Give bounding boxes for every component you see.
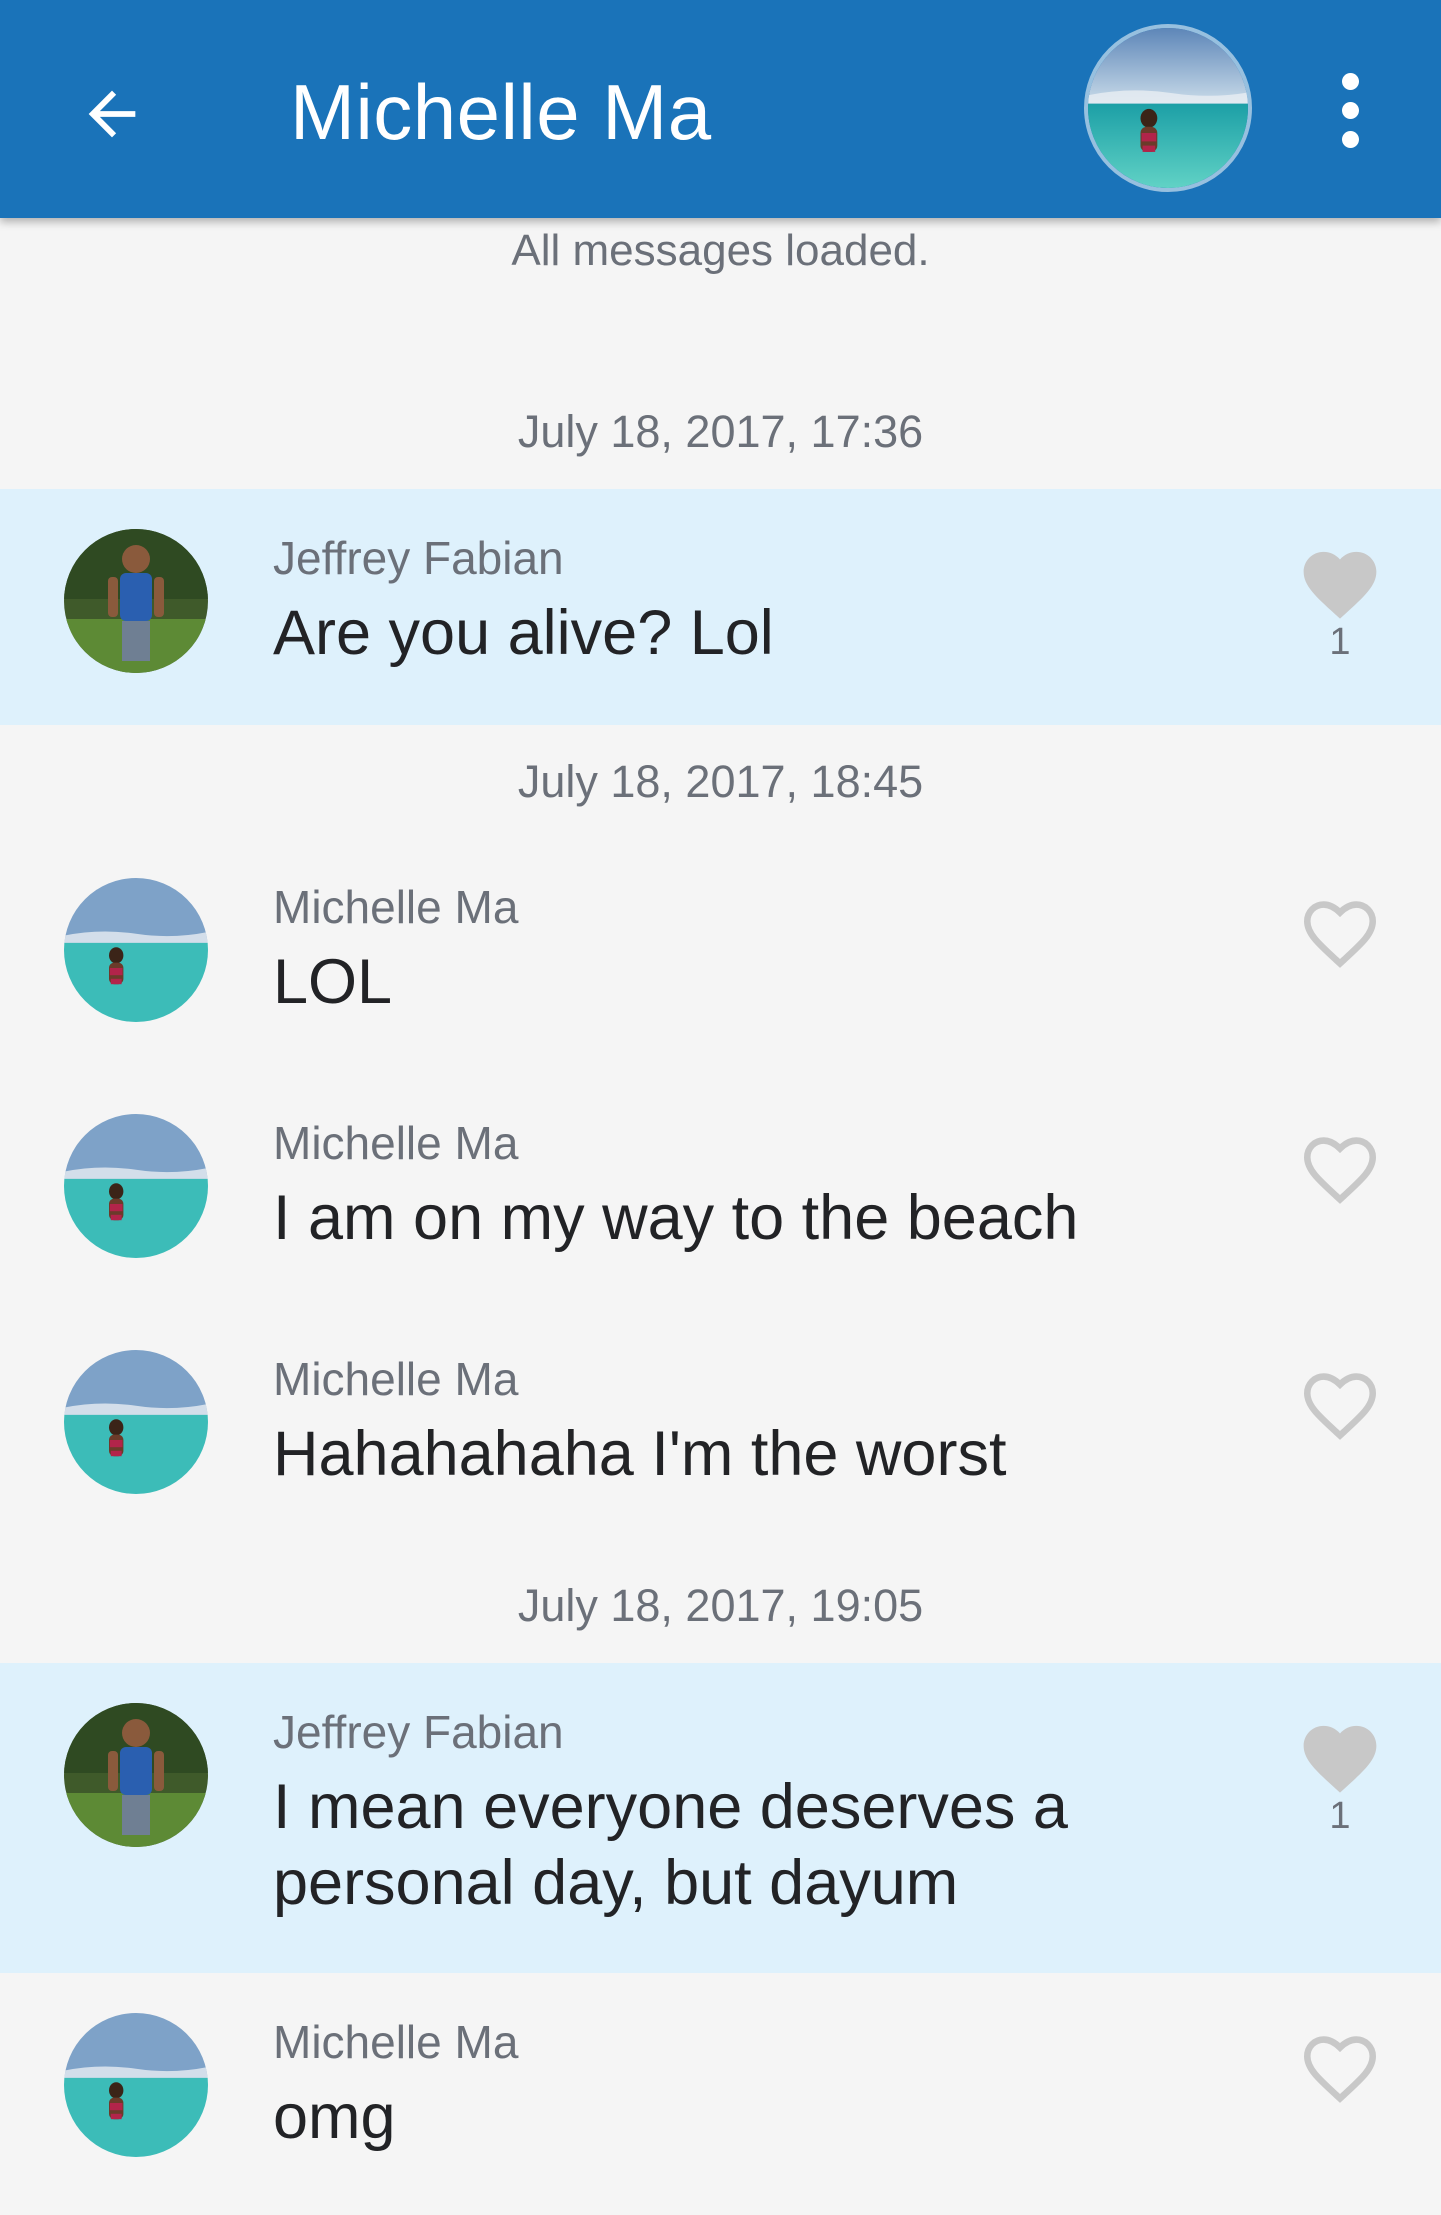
arrow-left-icon — [77, 79, 147, 149]
message-row[interactable]: Michelle Ma LOL — [0, 838, 1441, 1074]
message-text: Hahahahaha I'm the worst — [273, 1419, 1007, 1489]
sender-name: Michelle Ma — [273, 881, 519, 933]
beach-photo — [64, 878, 208, 1022]
message-row[interactable]: Michelle Ma Hahahahaha I'm the worst — [0, 1310, 1441, 1546]
like-count: 1 — [1329, 1795, 1351, 1837]
chat-screen: Michelle Ma All messages loaded. July 18… — [0, 0, 1441, 2215]
message-row[interactable]: Michelle Ma I am on my way to the beach — [0, 1074, 1441, 1310]
more-vert-icon — [1341, 72, 1359, 90]
page-title: Michelle Ma — [290, 68, 712, 156]
sender-avatar[interactable] — [64, 1703, 208, 1847]
message-text: Are you alive? Lol — [273, 598, 774, 668]
date-separator: July 18, 2017, 18:45 — [517, 756, 924, 807]
message-text: I mean everyone deserves a personal day,… — [273, 1772, 1068, 1918]
message-row[interactable]: Jeffrey Fabian Are you alive? Lol 1 — [0, 489, 1441, 725]
heart-filled-icon — [1292, 1715, 1388, 1795]
sender-avatar[interactable] — [64, 1350, 208, 1494]
message-text: omg — [273, 2082, 396, 2152]
sender-name: Jeffrey Fabian — [273, 532, 564, 584]
heart-filled-icon — [1292, 541, 1388, 621]
message-text: I am on my way to the beach — [273, 1183, 1079, 1253]
contact-avatar[interactable] — [1084, 24, 1252, 192]
app-bar: Michelle Ma — [0, 0, 1441, 218]
like-button[interactable] — [1292, 890, 1388, 970]
sender-avatar[interactable] — [64, 878, 208, 1022]
beach-photo — [64, 1114, 208, 1258]
heart-outline-icon — [1292, 1126, 1388, 1206]
load-status: All messages loaded. — [511, 226, 930, 275]
back-button[interactable] — [62, 64, 162, 164]
sender-avatar[interactable] — [64, 2013, 208, 2157]
sender-name: Jeffrey Fabian — [273, 1706, 564, 1758]
sender-avatar[interactable] — [64, 1114, 208, 1258]
beach-photo — [1088, 28, 1248, 188]
heart-outline-icon — [1292, 2025, 1388, 2105]
like-button[interactable]: 1 — [1292, 541, 1388, 664]
like-button[interactable] — [1292, 1126, 1388, 1206]
sender-name: Michelle Ma — [273, 1117, 519, 1169]
heart-outline-icon — [1292, 1362, 1388, 1442]
like-button[interactable] — [1292, 1362, 1388, 1442]
like-button[interactable]: 1 — [1292, 1715, 1388, 1838]
overflow-menu-button[interactable] — [1310, 60, 1390, 160]
heart-outline-icon — [1292, 890, 1388, 970]
person-photo — [64, 1703, 208, 1847]
message-row[interactable]: Michelle Ma omg — [0, 1973, 1441, 2215]
sender-name: Michelle Ma — [273, 1353, 519, 1405]
like-count: 1 — [1329, 621, 1351, 663]
beach-photo — [64, 2013, 208, 2157]
message-text: LOL — [273, 947, 393, 1017]
date-separator: July 18, 2017, 17:36 — [517, 406, 924, 457]
like-button[interactable] — [1292, 2025, 1388, 2105]
beach-photo — [64, 1350, 208, 1494]
sender-avatar[interactable] — [64, 529, 208, 673]
date-separator: July 18, 2017, 19:05 — [517, 1580, 924, 1631]
sender-name: Michelle Ma — [273, 2016, 519, 2068]
message-row[interactable]: Jeffrey Fabian I mean everyone deserves … — [0, 1663, 1441, 1973]
person-photo — [64, 529, 208, 673]
